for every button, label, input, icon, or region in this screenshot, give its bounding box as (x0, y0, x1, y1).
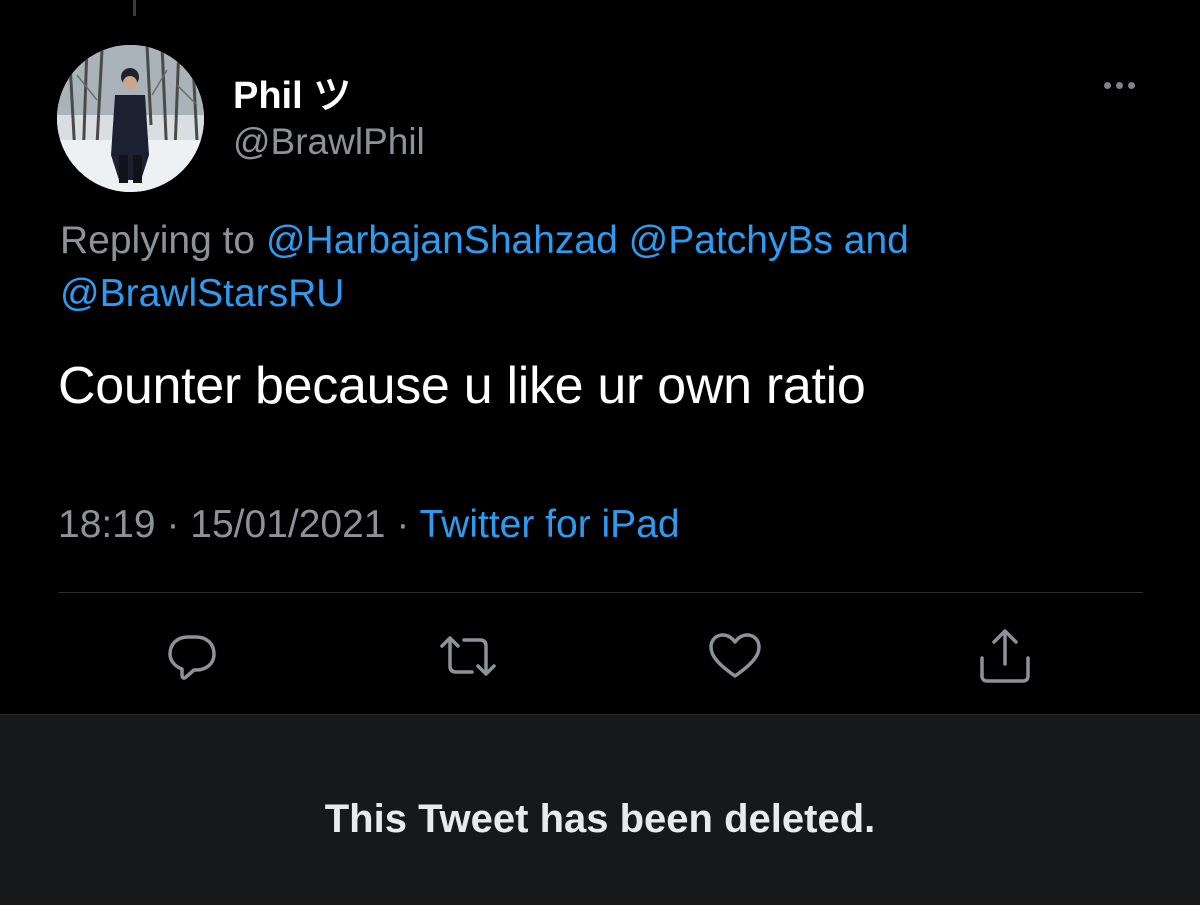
thread-connector-line (133, 0, 136, 16)
speech-bubble-icon (168, 635, 216, 680)
ellipsis-icon (1127, 81, 1135, 89)
tweet-metadata: 18:19 · 15/01/2021 · Twitter for iPad (58, 503, 680, 547)
retweet-button[interactable] (436, 624, 500, 688)
reply-context-conjunction[interactable]: and (833, 219, 909, 262)
more-options-button[interactable] (1093, 70, 1145, 100)
retweet-arrows-icon (440, 636, 496, 676)
mention-link-brawlstarsru[interactable]: @BrawlStarsRU (60, 272, 344, 315)
reply-button[interactable] (160, 624, 224, 688)
tweet-time: 18:19 (58, 503, 156, 546)
tweet-date: 15/01/2021 (190, 503, 386, 546)
reply-context-prefix: Replying to (60, 219, 266, 262)
share-upload-icon (980, 629, 1030, 683)
mention-link-harbajanshahzad[interactable]: @HarbajanShahzad (266, 219, 618, 262)
avatar[interactable] (57, 45, 204, 192)
like-button[interactable] (703, 624, 767, 688)
divider (58, 592, 1143, 593)
share-button[interactable] (973, 624, 1037, 688)
avatar-photo (57, 45, 204, 192)
ellipsis-icon (1103, 81, 1111, 89)
display-name[interactable]: Phil ツ (233, 64, 351, 119)
deleted-tweet-notice: This Tweet has been deleted. (324, 797, 876, 841)
mention-link-patchybs[interactable]: @PatchyBs (629, 219, 833, 262)
tweet-text: Counter because u like ur own ratio (58, 357, 866, 415)
reply-context: Replying to @HarbajanShahzad @PatchyBs a… (60, 214, 1140, 320)
meta-separator: · (396, 503, 410, 546)
heart-icon (709, 633, 761, 678)
ellipsis-icon (1115, 81, 1123, 89)
tweet-source-link[interactable]: Twitter for iPad (419, 503, 679, 546)
user-handle[interactable]: @BrawlPhil (233, 121, 425, 163)
meta-separator: · (166, 503, 180, 546)
